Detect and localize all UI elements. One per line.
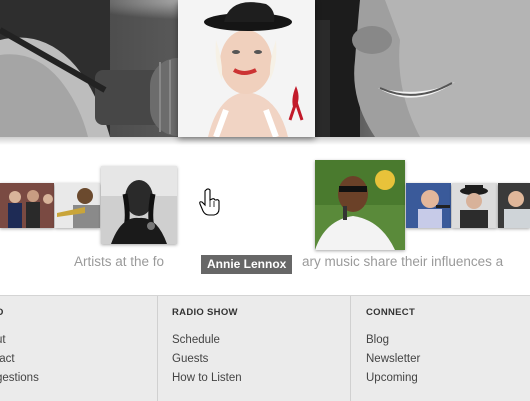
footer-heading: CONNECT bbox=[366, 307, 416, 318]
footer-link-how-to-listen[interactable]: How to Listen bbox=[172, 372, 242, 384]
artist-thumb[interactable] bbox=[101, 166, 177, 244]
footer-link-newsletter[interactable]: Newsletter bbox=[366, 353, 420, 365]
carousel-tagline: Artists at the fo ary music share their i… bbox=[74, 254, 530, 269]
footer-heading: RADIO SHOW bbox=[172, 307, 238, 318]
tagline-left-text: Artists at the fo bbox=[74, 254, 165, 269]
artist-thumb[interactable] bbox=[55, 183, 100, 228]
hand-pointer-icon bbox=[199, 188, 220, 216]
artist-thumb[interactable] bbox=[498, 183, 530, 228]
footer-link-schedule[interactable]: Schedule bbox=[172, 334, 220, 346]
artist-thumb[interactable] bbox=[315, 160, 405, 250]
footer-link-upcoming[interactable]: Upcoming bbox=[366, 372, 418, 384]
footer-link-guests[interactable]: Guests bbox=[172, 353, 208, 365]
footer-link-blog[interactable]: Blog bbox=[366, 334, 389, 346]
featured-artist-caption: Annie Lennox bbox=[201, 255, 293, 274]
footer-column-radio-show: RADIO SHOW Schedule Guests How to Listen bbox=[157, 296, 351, 401]
footer-link[interactable]: gestions bbox=[0, 372, 39, 384]
site-footer: O ut tact gestions RADIO SHOW Schedule G… bbox=[0, 295, 530, 401]
featured-artist-card[interactable] bbox=[178, 0, 315, 137]
artist-thumb[interactable] bbox=[0, 183, 54, 228]
footer-link[interactable]: tact bbox=[0, 353, 15, 365]
footer-column-about: O ut tact gestions bbox=[0, 296, 157, 401]
artist-thumb[interactable] bbox=[452, 183, 497, 228]
tagline-right-text: ary music share their influences a bbox=[302, 254, 504, 269]
footer-link[interactable]: ut bbox=[0, 334, 6, 346]
footer-heading: O bbox=[0, 307, 4, 318]
artist-thumb[interactable] bbox=[406, 183, 451, 228]
footer-column-connect: CONNECT Blog Newsletter Upcoming bbox=[350, 296, 530, 401]
